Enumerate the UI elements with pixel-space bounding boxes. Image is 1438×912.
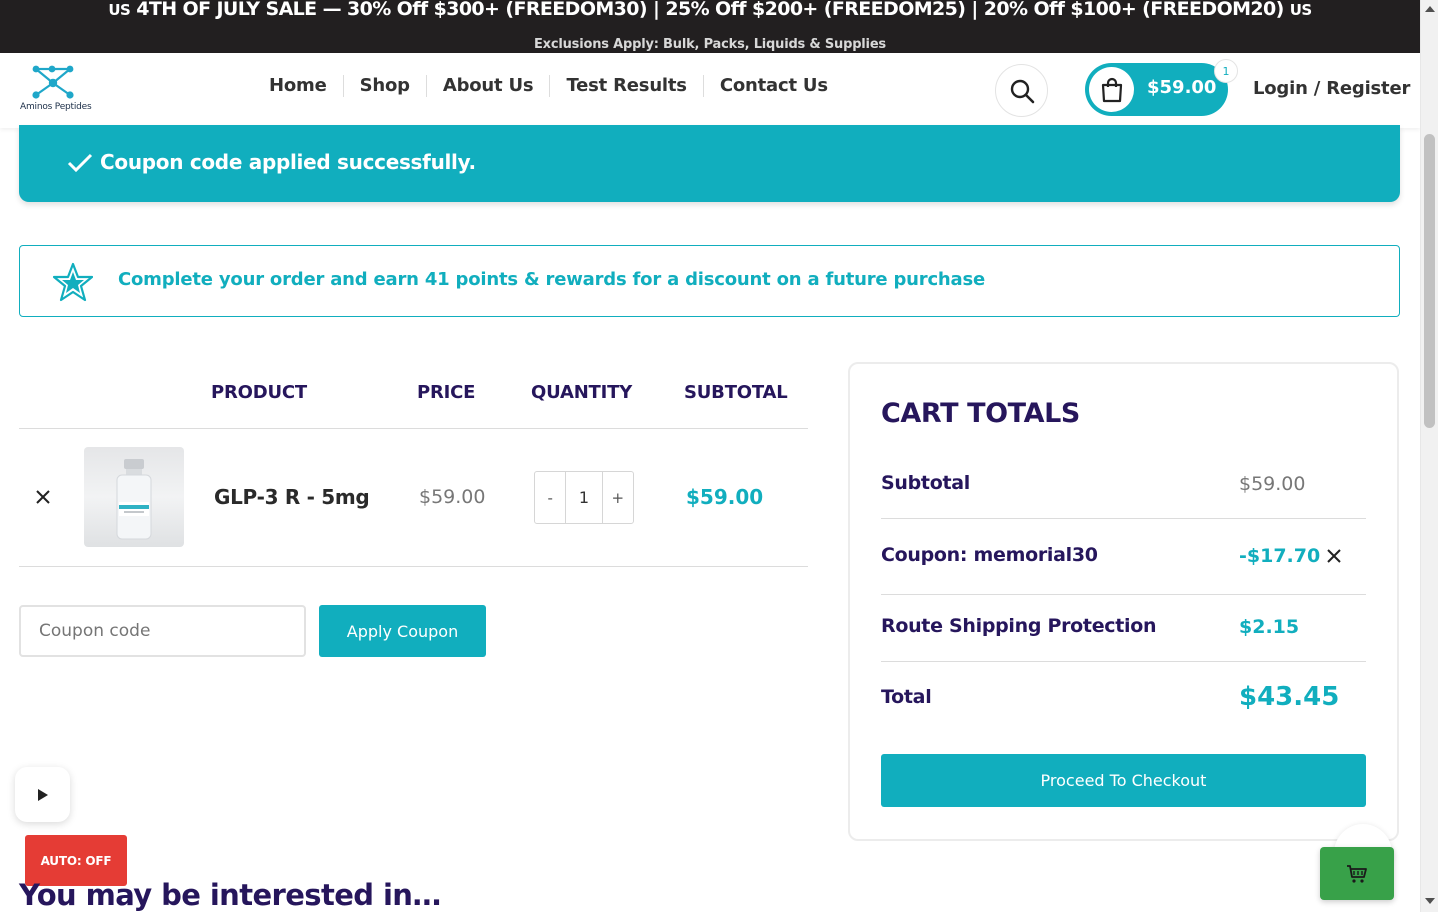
- remove-item-icon[interactable]: [33, 487, 53, 507]
- site-header: Aminos Peptides Home Shop About Us Test …: [0, 53, 1420, 128]
- proceed-to-checkout-button[interactable]: Proceed To Checkout: [881, 754, 1366, 807]
- header-cart-button[interactable]: $59.00: [1085, 63, 1228, 116]
- floating-cart-button[interactable]: [1320, 847, 1394, 900]
- product-thumbnail[interactable]: [84, 447, 184, 547]
- cart-icon: [1347, 864, 1367, 883]
- scroll-down-arrow[interactable]: [1425, 898, 1435, 904]
- search-icon: [1010, 79, 1034, 103]
- coupon-code-input[interactable]: [19, 605, 306, 657]
- check-icon: [67, 153, 93, 173]
- sale-text: 4TH OF JULY SALE — 30% Off $300+ (FREEDO…: [136, 0, 1284, 20]
- coupon-discount-value: -$17.70: [1239, 545, 1321, 567]
- scrollbar-thumb[interactable]: [1424, 134, 1435, 428]
- quantity-stepper: - 1 +: [534, 471, 634, 524]
- subtotal-label: Subtotal: [881, 472, 970, 494]
- apply-coupon-button[interactable]: Apply Coupon: [319, 605, 486, 657]
- subtotal-value: $59.00: [1239, 473, 1306, 495]
- totals-divider: [881, 518, 1366, 519]
- rewards-banner: Complete your order and earn 41 points &…: [19, 245, 1400, 317]
- cart-amount: $59.00: [1147, 77, 1217, 98]
- vial-image: [116, 459, 152, 540]
- site-logo[interactable]: Aminos Peptides: [20, 65, 92, 117]
- nav-about-us[interactable]: About Us: [427, 75, 551, 97]
- col-header-product: PRODUCT: [211, 382, 308, 403]
- announcement-bar: US 4TH OF JULY SALE — 30% Off $300+ (FRE…: [0, 0, 1420, 53]
- us-flag-left: US: [108, 1, 131, 19]
- shopping-bag-icon: [1101, 77, 1122, 102]
- col-header-price: PRICE: [417, 382, 476, 403]
- col-header-subtotal: SUBTOTAL: [684, 382, 788, 403]
- search-button[interactable]: [995, 64, 1048, 117]
- cart-totals-title: CART TOTALS: [881, 398, 1080, 429]
- rewards-message: Complete your order and earn 41 points &…: [118, 269, 986, 290]
- table-divider: [19, 428, 808, 429]
- nav-home[interactable]: Home: [253, 75, 344, 97]
- table-divider: [19, 566, 808, 567]
- exclusions-text: Exclusions Apply: Bulk, Packs, Liquids &…: [534, 37, 886, 52]
- col-header-quantity: QUANTITY: [531, 382, 633, 403]
- page-scrollbar[interactable]: [1420, 0, 1438, 912]
- star-icon: [53, 262, 93, 302]
- logo-text: Aminos Peptides: [20, 102, 92, 112]
- sale-announcement: US 4TH OF JULY SALE — 30% Off $300+ (FRE…: [0, 0, 1420, 20]
- login-register-link[interactable]: Login / Register: [1253, 78, 1410, 99]
- quantity-plus-button[interactable]: +: [603, 472, 633, 523]
- coupon-success-notice: Coupon code applied successfully.: [19, 125, 1400, 202]
- notice-message: Coupon code applied successfully.: [100, 150, 476, 174]
- quantity-input[interactable]: 1: [565, 472, 603, 523]
- play-button[interactable]: [15, 767, 70, 822]
- total-label: Total: [881, 686, 932, 708]
- nav-shop[interactable]: Shop: [344, 75, 427, 97]
- main-nav: Home Shop About Us Test Results Contact …: [253, 75, 844, 97]
- quantity-minus-button[interactable]: -: [535, 472, 565, 523]
- totals-divider: [881, 661, 1366, 662]
- route-protection-value: $2.15: [1239, 616, 1300, 638]
- product-price: $59.00: [419, 486, 486, 508]
- coupon-label: Coupon: memorial30: [881, 544, 1098, 566]
- logo-molecule-icon: [32, 65, 74, 99]
- total-value: $43.45: [1239, 682, 1340, 712]
- bag-circle: [1089, 67, 1134, 112]
- play-icon: [37, 788, 48, 801]
- remove-coupon-icon[interactable]: [1325, 547, 1343, 565]
- us-flag-right: US: [1289, 1, 1312, 19]
- nav-test-results[interactable]: Test Results: [550, 75, 704, 97]
- scroll-up-arrow[interactable]: [1425, 6, 1435, 12]
- route-protection-label: Route Shipping Protection: [881, 615, 1157, 637]
- cart-count-badge: 1: [1214, 59, 1238, 83]
- product-name[interactable]: GLP-3 R - 5mg: [214, 485, 370, 509]
- product-subtotal: $59.00: [686, 485, 764, 509]
- nav-contact-us[interactable]: Contact Us: [704, 75, 844, 97]
- interested-section-title: You may be interested in…: [19, 878, 441, 912]
- totals-divider: [881, 594, 1366, 595]
